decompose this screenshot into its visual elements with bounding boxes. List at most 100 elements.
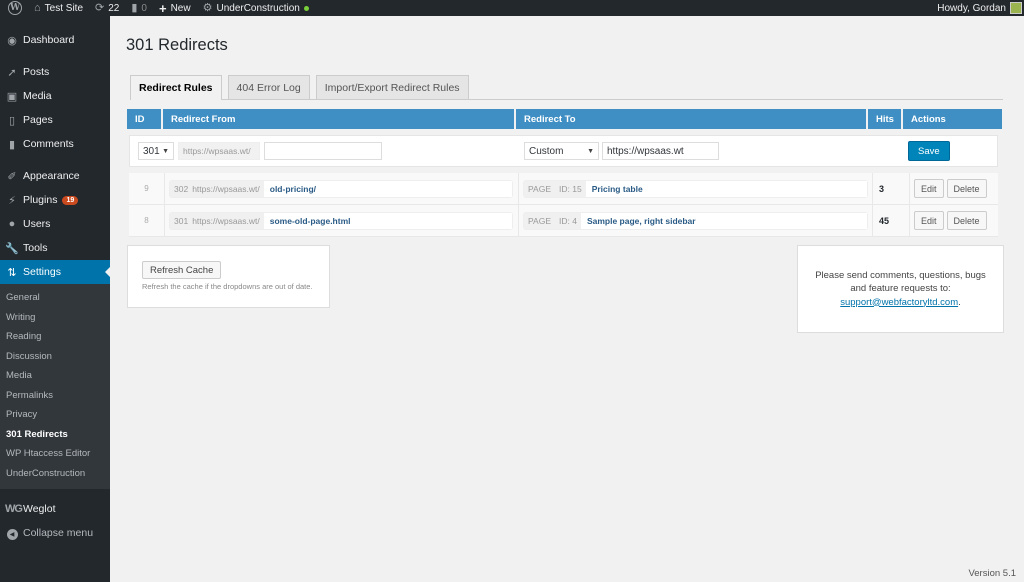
tab-import-export[interactable]: Import/Export Redirect Rules xyxy=(315,75,469,99)
delete-button[interactable]: Delete xyxy=(946,211,987,230)
chevron-down-icon: ▼ xyxy=(587,147,594,155)
submenu-privacy[interactable]: Privacy xyxy=(0,405,110,425)
redirect-from-path: old-pricing/ xyxy=(263,180,512,197)
redirect-to-type-select[interactable]: Custom ▼ xyxy=(524,142,599,160)
submenu-media[interactable]: Media xyxy=(0,366,110,386)
refresh-cache-panel: Refresh Cache Refresh the cache if the d… xyxy=(127,245,330,308)
plug-icon: ⚡ xyxy=(8,194,16,207)
menu-label: Settings xyxy=(23,266,61,278)
target-type: PAGE xyxy=(528,183,551,194)
save-button[interactable]: Save xyxy=(908,141,950,161)
sidebar-item-media[interactable]: ▣ Media xyxy=(0,84,110,108)
submenu-301-redirects[interactable]: 301 Redirects xyxy=(0,425,110,445)
refresh-cache-help: Refresh the cache if the dropdowns are o… xyxy=(142,282,313,291)
tab-404-error-log[interactable]: 404 Error Log xyxy=(227,75,310,99)
menu-label: Plugins xyxy=(23,194,58,206)
underconstruction-link[interactable]: ⚙ UnderConstruction xyxy=(197,0,315,16)
gear-icon: ⚙ xyxy=(202,1,213,14)
main-content: 301 Redirects Redirect Rules 404 Error L… xyxy=(110,16,1024,582)
redirect-to-input[interactable]: https://wpsaas.wt xyxy=(602,142,719,160)
wordpress-logo-icon: W xyxy=(8,1,22,15)
submenu-underconstruction[interactable]: UnderConstruction xyxy=(0,464,110,484)
menu-label: Media xyxy=(23,90,52,102)
status-code-select[interactable]: 301 ▼ xyxy=(138,142,174,160)
admin-sidebar: ◉ Dashboard ➚ Posts ▣ Media ▯ Pages ▮ Comment… xyxy=(0,16,110,582)
wrench-icon: 🔧 xyxy=(5,242,19,255)
site-name-link[interactable]: ⌂ Test Site xyxy=(28,0,89,16)
admin-bar: W ⌂ Test Site ⟳ 22 ▮ 0 + New ⚙ UnderConstruct… xyxy=(0,0,1024,16)
header-id: ID xyxy=(127,109,163,129)
comments-link[interactable]: ▮ 0 xyxy=(125,0,153,16)
my-account-link[interactable]: Howdy, Gordan xyxy=(931,0,1024,16)
target-id: ID: 15 xyxy=(559,183,582,194)
sidebar-item-dashboard[interactable]: ◉ Dashboard xyxy=(0,28,110,52)
redirect-from-cell[interactable]: 301 https://wpsaas.wt/ some-old-page.htm… xyxy=(169,211,513,230)
weglot-logo-icon: WG xyxy=(5,503,23,515)
delete-button[interactable]: Delete xyxy=(946,179,987,198)
wp-logo-menu[interactable]: W xyxy=(0,0,28,16)
edit-button[interactable]: Edit xyxy=(914,211,944,230)
comments-count: 0 xyxy=(141,2,147,14)
collapse-menu-button[interactable]: ◀ Collapse menu xyxy=(0,521,110,545)
sidebar-item-settings[interactable]: ⇅ Settings xyxy=(0,260,110,284)
tab-redirect-rules[interactable]: Redirect Rules xyxy=(130,75,222,100)
redirect-from-cell[interactable]: 302 https://wpsaas.wt/ old-pricing/ xyxy=(169,179,513,198)
sidebar-item-plugins[interactable]: ⚡ Plugins 19 xyxy=(0,188,110,212)
support-email-link[interactable]: support@webfactoryltd.com xyxy=(840,297,958,308)
pages-icon: ▯ xyxy=(8,114,16,127)
refresh-icon: ⟳ xyxy=(95,1,105,14)
sidebar-item-tools[interactable]: 🔧 Tools xyxy=(0,236,110,260)
menu-label: Pages xyxy=(23,114,53,126)
hits-count: 3 xyxy=(879,183,885,194)
redirect-from-path: some-old-page.html xyxy=(263,212,512,229)
sidebar-item-posts[interactable]: ➚ Posts xyxy=(0,60,110,84)
redirect-to-cell[interactable]: PAGE ID: 4 Sample page, right sidebar xyxy=(523,211,868,230)
submenu-reading[interactable]: Reading xyxy=(0,327,110,347)
menu-label: Dashboard xyxy=(23,34,75,46)
refresh-cache-button[interactable]: Refresh Cache xyxy=(142,261,222,279)
header-actions: Actions xyxy=(911,113,946,125)
menu-label: Comments xyxy=(23,138,74,150)
status-code-value: 301 xyxy=(143,145,160,157)
support-trail: . xyxy=(958,296,961,308)
rule-id: 9 xyxy=(144,184,149,193)
pin-icon: ➚ xyxy=(7,66,17,79)
edit-button[interactable]: Edit xyxy=(914,179,944,198)
target-type: PAGE xyxy=(528,215,551,226)
tab-bar: Redirect Rules 404 Error Log Import/Expo… xyxy=(130,75,1003,100)
sidebar-item-appearance[interactable]: ✐ Appearance xyxy=(0,164,110,188)
sidebar-item-users[interactable]: ● Users xyxy=(0,212,110,236)
redirect-to-cell[interactable]: PAGE ID: 15 Pricing table xyxy=(523,179,868,198)
from-prefix: https://wpsaas.wt/ xyxy=(178,142,260,160)
sidebar-item-weglot[interactable]: WG Weglot xyxy=(0,497,110,521)
support-panel: Please send comments, questions, bugs an… xyxy=(797,245,1004,333)
status-dot-icon xyxy=(303,5,309,11)
submenu-wp-htaccess-editor[interactable]: WP Htaccess Editor xyxy=(0,444,110,464)
wp-version: Version 5.1 xyxy=(968,568,1016,579)
redirect-target: Sample page, right sidebar xyxy=(580,212,867,229)
header-redirect-to: Redirect To xyxy=(516,109,868,129)
submenu-writing[interactable]: Writing xyxy=(0,308,110,328)
home-icon: ⌂ xyxy=(34,1,41,14)
status-code: 302 xyxy=(174,183,189,194)
new-content-link[interactable]: + New xyxy=(153,0,197,16)
greeting: Howdy, Gordan xyxy=(937,2,1006,14)
sidebar-item-comments[interactable]: ▮ Comments xyxy=(0,132,110,156)
menu-label: Collapse menu xyxy=(23,527,94,539)
hits-count: 45 xyxy=(879,215,890,226)
table-header: ID Redirect From Redirect To Hits Action… xyxy=(127,109,1002,129)
sidebar-item-pages[interactable]: ▯ Pages xyxy=(0,108,110,132)
plus-icon: + xyxy=(158,0,167,16)
redirect-target: Pricing table xyxy=(585,180,867,197)
submenu-general[interactable]: General xyxy=(0,288,110,308)
updates-link[interactable]: ⟳ 22 xyxy=(89,0,125,16)
header-hits: Hits xyxy=(868,109,903,129)
comment-icon: ▮ xyxy=(131,1,138,14)
from-prefix: https://wpsaas.wt/ xyxy=(192,215,260,226)
submenu-discussion[interactable]: Discussion xyxy=(0,347,110,367)
submenu-permalinks[interactable]: Permalinks xyxy=(0,386,110,406)
redirect-from-input[interactable] xyxy=(264,142,382,160)
menu-label: Weglot xyxy=(23,503,56,515)
comment-icon: ▮ xyxy=(8,138,16,151)
settings-submenu: General Writing Reading Discussion Media… xyxy=(0,284,110,489)
